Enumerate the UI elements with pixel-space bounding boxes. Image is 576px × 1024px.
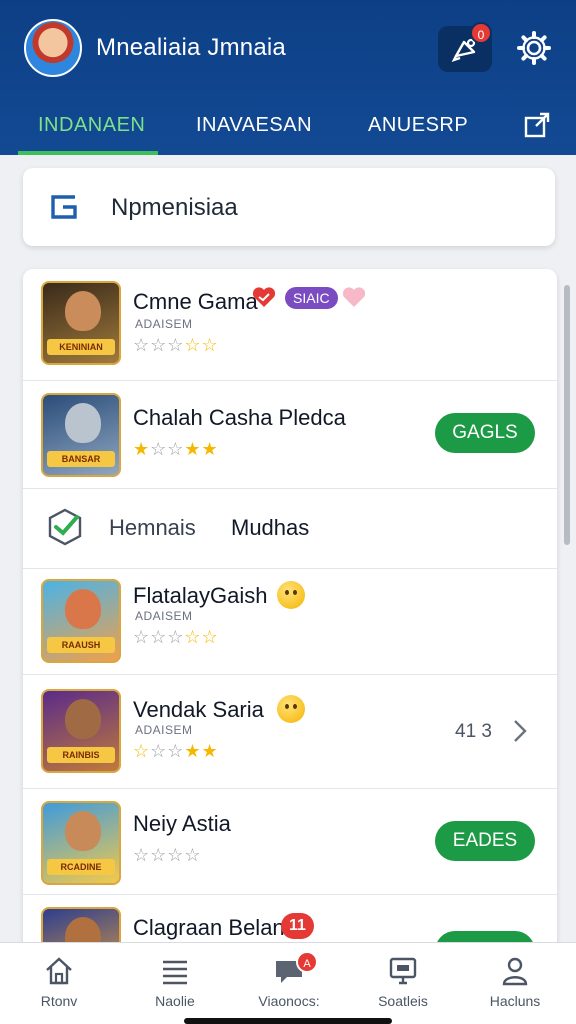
chevron-right-icon[interactable]: [513, 719, 527, 743]
nav-badge: A: [296, 951, 318, 973]
game-title: FlatalayGaish: [133, 583, 268, 608]
smiley-icon: [277, 581, 305, 609]
nav-label: Hacluns: [489, 993, 541, 1009]
game-count-badge: 11: [281, 913, 314, 939]
list-item[interactable]: RCADINE Neiy Astia ☆☆☆☆ EADES: [23, 789, 557, 895]
star-rating: ☆☆☆☆: [133, 845, 202, 865]
game-thumbnail: KENINIAN: [41, 281, 121, 365]
game-list: KENINIAN Cmne Gama SIAIC ADAISEM ☆☆☆☆☆ B…: [23, 269, 557, 969]
character-icon: [65, 699, 101, 739]
star-rating: ☆☆☆☆☆: [133, 627, 219, 647]
game-title: Neiy Astia: [133, 811, 231, 836]
app-logo-icon: [51, 195, 77, 219]
character-icon: [65, 291, 101, 331]
list-item[interactable]: RAAUSH FlatalayGaish ADAISEM ☆☆☆☆☆: [23, 569, 557, 675]
thumbnail-banner: KENINIAN: [47, 339, 115, 355]
get-game-button[interactable]: EADES: [435, 821, 535, 861]
list-item[interactable]: RAINBIS Vendak Saria ADAISEM ☆☆☆★★ 41 3: [23, 675, 557, 789]
notification-count-badge: 0: [470, 22, 492, 44]
game-thumbnail: RAAUSH: [41, 579, 121, 663]
heart-icon: [252, 287, 276, 307]
game-subtitle: ADAISEM: [135, 609, 193, 623]
character-icon: [65, 589, 101, 629]
section-tab-hemnais[interactable]: Hemnais: [109, 515, 196, 541]
game-meta-count: 41 3: [455, 721, 492, 742]
app-title: Mnealiaia Jmnaia: [96, 34, 286, 61]
check-hexagon-icon: [48, 508, 82, 546]
get-game-button[interactable]: GAGLS: [435, 413, 535, 453]
thumbnail-banner: RAAUSH: [47, 637, 115, 653]
game-thumbnail: RCADINE: [41, 801, 121, 885]
list-icon: [163, 960, 187, 985]
nav-item-profile[interactable]: Hacluns: [460, 943, 570, 1024]
active-tab-indicator: [18, 151, 158, 155]
thumbnail-banner: BANSAR: [47, 451, 115, 467]
person-icon: [502, 957, 528, 986]
list-item[interactable]: KENINIAN Cmne Gama SIAIC ADAISEM ☆☆☆☆☆: [23, 269, 557, 381]
search-bar[interactable]: Npmenisiaa: [23, 168, 555, 246]
character-icon: [65, 403, 101, 443]
nav-item-home[interactable]: Rtonv: [4, 943, 114, 1024]
monitor-icon: [389, 957, 417, 985]
scrollbar[interactable]: [564, 285, 570, 545]
game-title: Vendak Saria: [133, 697, 264, 722]
nav-item-chat[interactable]: A Viaonocs:: [234, 943, 344, 1024]
tab-indanaen[interactable]: INDANAEN: [38, 114, 145, 137]
nav-label: Rtonv: [40, 993, 78, 1009]
tab-inavaesan[interactable]: INAVAESAN: [196, 114, 312, 137]
nav-item-list[interactable]: Naolie: [120, 943, 230, 1024]
star-rating: ☆☆☆★★: [133, 741, 219, 761]
game-title: Clagraan Belan: [133, 915, 285, 940]
heart-outline-icon: [342, 287, 366, 307]
game-thumbnail: BANSAR: [41, 393, 121, 477]
game-subtitle: ADAISEM: [135, 317, 193, 331]
game-title: Cmne Gama: [133, 289, 258, 314]
game-tag-badge: SIAIC: [285, 287, 338, 309]
nav-label: Naolie: [155, 993, 195, 1009]
nav-item-monitor[interactable]: Soatleis: [348, 943, 458, 1024]
home-indicator: [184, 1018, 392, 1024]
tab-bar: INDANAEN INAVAESAN ANUESRP: [0, 96, 576, 155]
search-input[interactable]: Npmenisiaa: [111, 194, 238, 222]
star-rating: ☆☆☆☆☆: [133, 335, 219, 355]
game-thumbnail: RAINBIS: [41, 689, 121, 773]
app-header: Mnealiaia Jmnaia 0 INDANAEN INAVAESAN AN…: [0, 0, 576, 155]
bottom-navigation: Rtonv Naolie A Viaonocs: Soatleis Haclun…: [0, 942, 576, 1024]
nav-label: Viaonocs:: [258, 993, 320, 1009]
share-icon[interactable]: [522, 110, 552, 140]
smiley-icon: [277, 695, 305, 723]
character-icon: [65, 811, 101, 851]
thumbnail-banner: RCADINE: [47, 859, 115, 875]
thumbnail-banner: RAINBIS: [47, 747, 115, 763]
list-item[interactable]: BANSAR Chalah Casha Pledca ★☆☆★★ GAGLS: [23, 381, 557, 489]
star-rating: ★☆☆★★: [133, 439, 219, 459]
nav-label: Soatleis: [378, 993, 428, 1009]
section-header: Hemnais Mudhas: [23, 489, 557, 569]
home-icon: [46, 957, 72, 985]
gear-icon[interactable]: [516, 30, 552, 66]
game-title: Chalah Casha Pledca: [133, 405, 346, 430]
tab-anuesrp[interactable]: ANUESRP: [368, 114, 468, 137]
section-tab-mudhas[interactable]: Mudhas: [231, 515, 309, 541]
player-avatar-icon[interactable]: [24, 19, 82, 77]
game-subtitle: ADAISEM: [135, 723, 193, 737]
